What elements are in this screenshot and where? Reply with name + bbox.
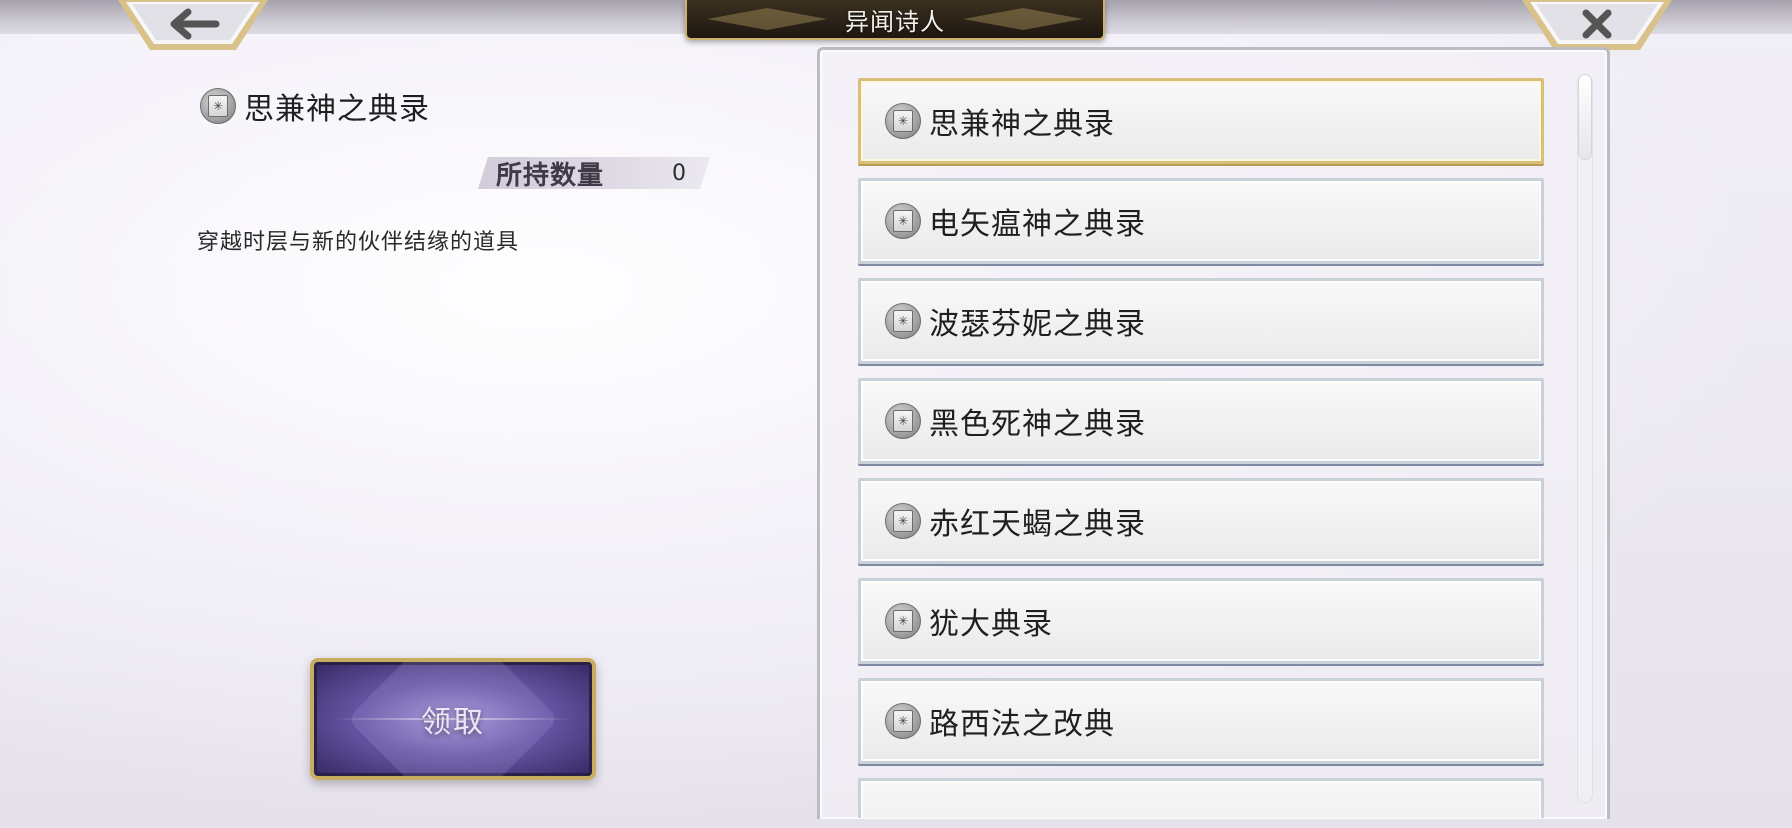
list-item-label: 路西法之改典 [929, 707, 1115, 742]
book-page: ✳ [893, 310, 913, 332]
book-page: ✳ [893, 110, 913, 132]
owned-count-value: 0 [672, 160, 686, 186]
book-icon: ✳ [885, 103, 921, 139]
close-x-icon [1522, 0, 1672, 50]
list-item[interactable]: ✳ 赤红天蝎之典录 [858, 478, 1544, 564]
book-icon: ✳ [885, 403, 921, 439]
list-item-label: 犹大典录 [929, 607, 1053, 642]
claim-button[interactable]: 领取 [310, 658, 596, 780]
book-page: ✳ [893, 410, 913, 432]
owned-count-bar: 所持数量 0 [478, 157, 710, 189]
book-icon: ✳ [885, 203, 921, 239]
item-description: 穿越时层与新的伙伴结缘的道具 [197, 230, 520, 255]
item-list[interactable]: ✳ 思兼神之典录 ✳ 电矢瘟神之典录 ✳ 波瑟芬妮之典录 ✳ 黑色死神之典录 ✳ 赤红天蝎之典录 ✳… [858, 78, 1553, 818]
back-arrow-icon [118, 0, 268, 50]
book-icon: ✳ [885, 703, 921, 739]
scrollbar[interactable] [1577, 75, 1593, 803]
list-item[interactable]: ✳ 波瑟芬妮之典录 [858, 278, 1544, 364]
list-item[interactable]: ✳ 路西法之改典 [858, 678, 1544, 764]
list-item[interactable]: ✳ 犹大典录 [858, 578, 1544, 664]
book-page: ✳ [893, 610, 913, 632]
list-item-label: 电矢瘟神之典录 [929, 207, 1146, 242]
list-item[interactable]: ✳ 思兼神之典录 [858, 78, 1544, 164]
list-item-label: 思兼神之典录 [929, 107, 1115, 142]
list-item-label: 波瑟芬妮之典录 [929, 307, 1146, 342]
book-icon: ✳ [885, 603, 921, 639]
book-page: ✳ [893, 710, 913, 732]
list-item[interactable]: ✳ 黑色死神之典录 [858, 378, 1544, 464]
close-button[interactable] [1522, 0, 1672, 52]
claim-label: 领取 [421, 705, 485, 740]
book-page: ✳ [893, 210, 913, 232]
list-item-label: 黑色死神之典录 [929, 407, 1146, 442]
scrollbar-thumb[interactable] [1579, 75, 1591, 159]
item-list-panel: ✳ 思兼神之典录 ✳ 电矢瘟神之典录 ✳ 波瑟芬妮之典录 ✳ 黑色死神之典录 ✳ 赤红天蝎之典录 ✳… [817, 47, 1610, 819]
list-item[interactable]: ✳ 电矢瘟神之典录 [858, 178, 1544, 264]
list-item-label: 赤红天蝎之典录 [929, 507, 1146, 542]
book-icon: ✳ [885, 303, 921, 339]
item-title: 思兼神之典录 [244, 92, 430, 127]
owned-count-label: 所持数量 [496, 160, 605, 191]
title-plaque: 异闻诗人 [685, 0, 1105, 40]
back-button[interactable] [118, 0, 268, 52]
book-icon: ✳ [200, 88, 236, 124]
title-ornament-right [963, 8, 1083, 30]
title-ornament-left [707, 8, 827, 30]
book-icon: ✳ [885, 503, 921, 539]
book-page: ✳ [893, 510, 913, 532]
book-page: ✳ [208, 95, 228, 117]
item-header: ✳ 思兼神之典录 [200, 84, 430, 128]
list-item-partial[interactable] [858, 778, 1544, 818]
page-title: 异闻诗人 [845, 7, 945, 36]
